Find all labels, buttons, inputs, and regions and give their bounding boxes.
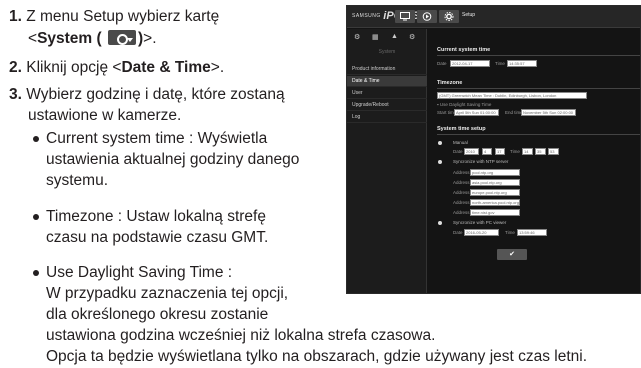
ntp-address-field-4[interactable]: north-america.pool.ntp.org [470, 199, 520, 206]
minute-select[interactable]: 35 [535, 148, 546, 155]
pc-date-field: 2016-05-20 [464, 229, 499, 236]
sidebar-icon-row: ⚙ ▦ ▲ ⚙ [347, 29, 427, 47]
hour-select[interactable]: 14 [522, 148, 533, 155]
time-setup-heading: System time setup [437, 126, 486, 132]
bullet-2-line-2: czasu na podstawie czasu GMT. [46, 229, 269, 246]
current-date-field: 2012-04-17 [450, 60, 490, 67]
step-1-line-1: 1. Z menu Setup wybierz kartę [9, 8, 220, 25]
step-1-line-2: <System ( )>. [28, 30, 157, 47]
step-2: 2. Kliknij opcję <Date & Time>. [9, 59, 225, 76]
address-label-5: Address [453, 210, 470, 215]
time-label: Time [495, 61, 505, 66]
network-icon[interactable]: ▦ [372, 33, 379, 41]
pc-time-field: 13:59:46 [517, 229, 547, 236]
bullet-1-dot [33, 136, 39, 142]
start-time-field[interactable]: April 5th Sun 01:00:00 [454, 109, 499, 116]
system-icon[interactable]: ⚙ [409, 33, 415, 41]
manual-time-label: Time [510, 149, 520, 154]
bullet-3-line-1: Use Daylight Saving Time : [46, 264, 233, 281]
year-select[interactable]: 2010 [464, 148, 479, 155]
bullet-3-line-3: dla określonego okresu zostanie [46, 306, 269, 323]
date-label: Date [437, 61, 447, 66]
pc-viewer-label: Syncronize with PC viewer [453, 220, 507, 225]
divider [437, 55, 640, 56]
system-gear-icon [108, 30, 136, 45]
current-time-heading: Current system time [437, 47, 491, 53]
ntp-address-field-5[interactable]: time.nist.gov [470, 209, 520, 216]
ntp-label: Syncronize with NTP server [453, 159, 509, 164]
step-3-line-1: 3. Wybierz godzinę i datę, które zostaną [9, 86, 285, 103]
bullet-3-dot [33, 270, 39, 276]
divider [437, 134, 640, 135]
manual-page: 1. Z menu Setup wybierz kartę <System ( … [0, 0, 641, 368]
ntp-radio[interactable] [438, 160, 442, 164]
step-3-line-2: ustawione w kamerze. [28, 107, 182, 124]
setup-title: Setup [462, 12, 476, 18]
timezone-select[interactable]: (GMT) Greenwich Mean Time : Dublin, Edin… [437, 92, 587, 99]
monitor-icon [400, 12, 410, 21]
bullet-1-line-2: ustawienia aktualnej godziny danego [46, 151, 300, 168]
manual-label: Manual [453, 140, 468, 145]
address-label-4: Address [453, 200, 470, 205]
bullet-3-line-5: Opcja ta będzie wyświetlana tylko na obs… [46, 348, 588, 365]
address-label-3: Address [453, 190, 470, 195]
second-select[interactable]: 53 [548, 148, 559, 155]
end-time-field[interactable]: November 5th Sun 02:00:00 [521, 109, 576, 116]
divider [437, 88, 640, 89]
main-panel: Current system time Date 2012-04-17 Time… [433, 29, 640, 293]
bullet-2-dot [33, 214, 39, 220]
playback-icon [422, 12, 432, 21]
sidebar-category: System [378, 49, 396, 55]
timezone-heading: Timezone [437, 80, 463, 86]
sidebar-item-upgrade-reboot[interactable]: Upgrade/Reboot [347, 100, 427, 111]
current-time-field: 14:35:57 [507, 60, 537, 67]
setup-tab-button[interactable] [439, 10, 459, 23]
pc-viewer-radio[interactable] [438, 221, 442, 225]
top-bar: SAMSUNG iPOLiS Se [347, 6, 640, 28]
ntp-address-field-2[interactable]: asia.pool.ntp.org [470, 179, 520, 186]
ntp-address-field-1[interactable]: pool.ntp.org [470, 169, 520, 176]
ntp-address-field-3[interactable]: europe.pool.ntp.org [470, 189, 520, 196]
sidebar: ⚙ ▦ ▲ ⚙ System Product information Date … [347, 29, 427, 293]
address-label-1: Address [453, 170, 470, 175]
manual-radio[interactable] [438, 141, 442, 145]
bullet-2-line-1: Timezone : Ustaw lokalną strefę [46, 208, 266, 225]
sidebar-item-product-information[interactable]: Product information [347, 64, 427, 75]
sidebar-item-date-time[interactable]: Date & Time [347, 76, 427, 87]
manual-date-label: Date [453, 149, 463, 154]
monitor-tab-button[interactable] [395, 10, 415, 23]
bullet-1-line-1: Current system time : Wyświetla [46, 130, 268, 147]
pc-date-label: Date [453, 230, 463, 235]
camera-icon[interactable]: ⚙ [354, 33, 360, 41]
bullet-3-line-2: W przypadku zaznaczenia tej opcji, [46, 285, 289, 302]
pc-time-label: Time [505, 230, 515, 235]
day-select[interactable]: 17 [495, 148, 505, 155]
bullet-3-line-4: ustawiona godzina wcześniej niż lokalna … [46, 327, 436, 344]
bullet-1-line-3: systemu. [46, 172, 109, 189]
sidebar-item-log[interactable]: Log [347, 112, 427, 123]
gear-icon [444, 12, 454, 21]
month-select[interactable]: 4 [482, 148, 492, 155]
playback-tab-button[interactable] [417, 10, 437, 23]
dst-checkbox-row[interactable]: ▪ Use Daylight Saving Time [437, 102, 491, 107]
apply-button[interactable]: ✔ [497, 249, 527, 260]
camera-setup-screenshot: SAMSUNG iPOLiS Se [346, 5, 641, 294]
address-label-2: Address [453, 180, 470, 185]
sidebar-item-user[interactable]: User [347, 88, 427, 99]
event-icon[interactable]: ▲ [391, 33, 398, 40]
